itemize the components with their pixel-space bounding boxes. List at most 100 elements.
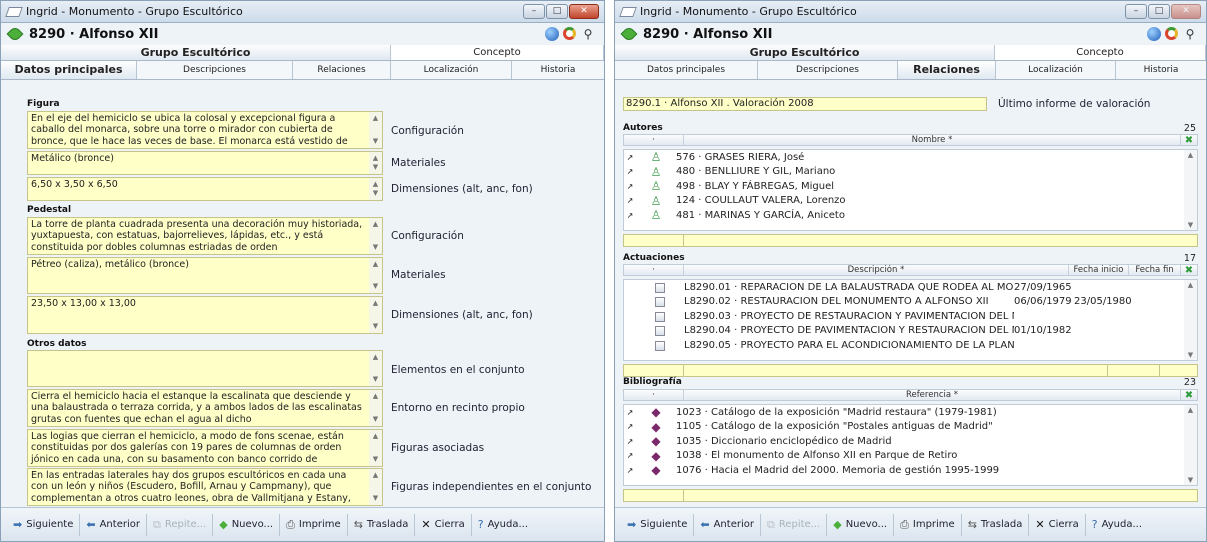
scrollbar[interactable]: ▲ ▼	[1184, 150, 1197, 230]
excel-export-icon[interactable]: ✖	[1181, 265, 1197, 275]
scrollbar[interactable]: ▲ ▼	[369, 112, 382, 148]
field-figura-materiales[interactable]: Metálico (bronce) ▲ ▼	[27, 151, 383, 175]
maximize-button[interactable]: □	[546, 4, 568, 19]
color-ring-icon[interactable]	[1165, 27, 1178, 40]
list-item[interactable]: ↗ ♙ 480 · BENLLIURE Y GIL, Mariano	[624, 165, 1197, 180]
column-fecha-fin[interactable]: Fecha fin	[1129, 265, 1181, 275]
autores-input-row[interactable]	[623, 234, 1198, 247]
tab-datos-principales[interactable]: Datos principales	[1, 61, 137, 79]
input-cell[interactable]	[624, 235, 684, 246]
tab-historia[interactable]: Historia	[1116, 61, 1206, 79]
scrollbar[interactable]: ▲ ▼	[369, 218, 382, 254]
field-elementos-conjunto[interactable]: ▲ ▼	[27, 350, 383, 387]
list-item[interactable]: ↗ ◆ 1023 · Catálogo de la exposición "Madr…	[624, 405, 1197, 420]
anterior-button[interactable]: ⬅ Anterior	[80, 513, 147, 536]
anterior-button[interactable]: ⬅ Anterior	[694, 513, 761, 536]
bibliografia-input-row[interactable]	[623, 489, 1198, 502]
tab-localizacion[interactable]: Localización	[996, 61, 1116, 79]
arrow-icon[interactable]: ↗	[624, 466, 636, 475]
table-row[interactable]: L8290.01 · REPARACION DE LA BALAUSTRADA …	[624, 280, 1197, 295]
imprime-button[interactable]: ⎙ Imprime	[280, 513, 348, 536]
scrollbar[interactable]: ▲ ▼	[369, 390, 382, 426]
arrow-icon[interactable]: ↗	[624, 451, 636, 460]
cierra-button[interactable]: ✕ Cierra	[1029, 513, 1086, 536]
tab-relaciones[interactable]: Relaciones	[898, 61, 996, 79]
title-bar[interactable]: Ingrid - Monumento - Grupo Escultórico –…	[615, 1, 1206, 23]
arrow-icon[interactable]: ↗	[624, 196, 636, 205]
arrow-icon[interactable]: ↗	[624, 153, 636, 162]
tab-descripciones[interactable]: Descripciones	[137, 61, 293, 79]
list-item[interactable]: ↗ ◆ 1076 · Hacia el Madrid del 2000. Memor…	[624, 463, 1197, 478]
scrollbar[interactable]: ▲ ▼	[369, 178, 382, 200]
binoculars-icon[interactable]: ⚲	[580, 27, 596, 41]
maximize-button[interactable]: □	[1148, 4, 1170, 19]
table-row[interactable]: L8290.03 · PROYECTO DE RESTAURACIÓN Y PA…	[624, 309, 1197, 324]
traslada-button[interactable]: ⇆ Traslada	[962, 513, 1030, 536]
scrollbar[interactable]: ▲ ▼	[369, 297, 382, 333]
scrollbar[interactable]: ▲ ▼	[369, 351, 382, 386]
minimize-button[interactable]: –	[1125, 4, 1147, 19]
siguiente-button[interactable]: ➡ Siguiente	[621, 513, 695, 536]
list-item[interactable]: ↗ ◆ 1105 · Catálogo de la exposición "Post…	[624, 420, 1197, 435]
scrollbar[interactable]: ▲ ▼	[369, 469, 382, 505]
arrow-icon[interactable]: ↗	[624, 422, 636, 431]
nuevo-button[interactable]: ◆ Nuevo...	[827, 513, 895, 536]
tab-datos-principales[interactable]: Datos principales	[615, 61, 758, 79]
tab-descripciones[interactable]: Descripciones	[758, 61, 898, 79]
tab-relaciones[interactable]: Relaciones	[293, 61, 391, 79]
column-nombre[interactable]: Nombre *	[684, 135, 1181, 145]
field-pedestal-dimensiones[interactable]: 23,50 x 13,00 x 13,00 ▲ ▼	[27, 296, 383, 334]
field-pedestal-materiales[interactable]: Pétreo (caliza), metálico (bronce) ▲ ▼	[27, 257, 383, 294]
imprime-button[interactable]: ⎙ Imprime	[894, 513, 962, 536]
field-pedestal-configuracion[interactable]: La torre de planta cuadrada presenta una…	[27, 217, 383, 255]
tab-grupo-escultorico[interactable]: Grupo Escultórico	[1, 45, 391, 60]
ayuda-button[interactable]: ? Ayuda...	[472, 514, 534, 536]
list-item[interactable]: ↗ ◆ 1035 · Diccionario enciclopédico de Ma…	[624, 434, 1197, 449]
column-referencia[interactable]: Referencia *	[684, 390, 1181, 400]
table-row[interactable]: L8290.02 · RESTAURACIÓN DEL MONUMENTO A …	[624, 295, 1197, 310]
minimize-button[interactable]: –	[523, 4, 545, 19]
scrollbar[interactable]: ▲ ▼	[1184, 280, 1197, 360]
input-cell[interactable]	[624, 490, 684, 501]
tab-concepto[interactable]: Concepto	[391, 45, 604, 60]
field-figura-configuracion[interactable]: En el eje del hemiciclo se ubica la colo…	[27, 111, 383, 149]
siguiente-button[interactable]: ➡ Siguiente	[7, 513, 81, 536]
list-item[interactable]: ↗ ♙ 124 · COULLAUT VALERA, Lorenzo	[624, 194, 1197, 209]
binoculars-icon[interactable]: ⚲	[1182, 27, 1198, 41]
color-ring-icon[interactable]	[563, 27, 576, 40]
list-item[interactable]: ↗ ♙ 481 · MARINAS Y GARCÍA, Aniceto	[624, 208, 1197, 223]
close-button[interactable]: ✕	[1171, 4, 1201, 19]
field-figuras-independientes[interactable]: En las entradas laterales hay dos grupos…	[27, 468, 383, 506]
scrollbar[interactable]: ▲ ▼	[369, 258, 382, 293]
field-entorno-recinto[interactable]: Cierra el hemiciclo hacia el estanque la…	[27, 389, 383, 427]
list-item[interactable]: ↗ ◆ 1038 · El monumento de Alfonso XII en …	[624, 449, 1197, 464]
title-bar[interactable]: Ingrid - Monumento - Grupo Escultórico –…	[1, 1, 604, 23]
globe-icon[interactable]	[1147, 27, 1161, 41]
tab-concepto[interactable]: Concepto	[995, 45, 1206, 60]
table-row[interactable]: L8290.05 · PROYECTO PARA EL ACONDICIONAM…	[624, 338, 1197, 353]
cierra-button[interactable]: ✕ Cierra	[415, 513, 472, 536]
valoracion-field[interactable]: 8290.1 · Alfonso XII . Valoración 2008	[623, 97, 987, 111]
field-figuras-asociadas[interactable]: Las logias que cierran el hemiciclo, a m…	[27, 429, 383, 467]
arrow-icon[interactable]: ↗	[624, 437, 636, 446]
traslada-button[interactable]: ⇆ Traslada	[348, 513, 416, 536]
globe-icon[interactable]	[545, 27, 559, 41]
arrow-icon[interactable]: ↗	[624, 167, 636, 176]
nuevo-button[interactable]: ◆ Nuevo...	[213, 513, 281, 536]
excel-export-icon[interactable]: ✖	[1181, 135, 1197, 145]
close-button[interactable]: ✕	[569, 4, 599, 19]
excel-export-icon[interactable]: ✖	[1181, 390, 1197, 400]
tab-historia[interactable]: Historia	[512, 61, 604, 79]
arrow-icon[interactable]: ↗	[624, 408, 636, 417]
list-item[interactable]: ↗ ♙ 498 · BLAY Y FÁBREGAS, Miguel	[624, 179, 1197, 194]
arrow-icon[interactable]: ↗	[624, 211, 636, 220]
tab-localizacion[interactable]: Localización	[391, 61, 512, 79]
tab-grupo-escultorico[interactable]: Grupo Escultórico	[615, 45, 995, 60]
column-fecha-inicio[interactable]: Fecha inicio	[1069, 265, 1129, 275]
table-row[interactable]: L8290.04 · PROYECTO DE PAVIMENTACIÓN Y R…	[624, 324, 1197, 339]
scrollbar[interactable]: ▲ ▼	[369, 152, 382, 174]
field-figura-dimensiones[interactable]: 6,50 x 3,50 x 6,50 ▲ ▼	[27, 177, 383, 201]
repite-button[interactable]: ⧉ Repite...	[147, 513, 214, 536]
list-item[interactable]: ↗ ♙ 576 · GRASES RIERA, José	[624, 150, 1197, 165]
scrollbar[interactable]: ▲ ▼	[369, 430, 382, 466]
